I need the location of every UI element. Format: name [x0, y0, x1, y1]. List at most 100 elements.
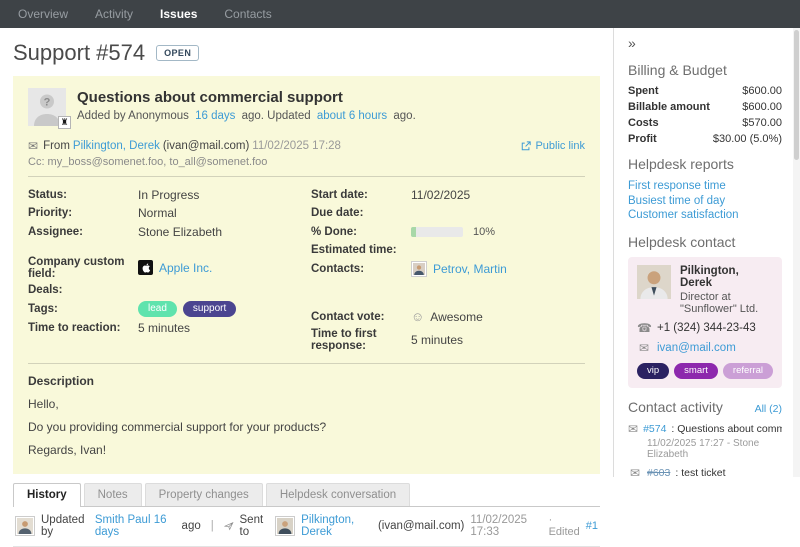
helpdesk-contact-card: Pilkington, Derek Director at "Sunflower… — [628, 257, 782, 388]
contact-phone-row: ☎ +1 (324) 344-23-43 — [637, 321, 773, 335]
byline-suffix: ago. — [393, 110, 415, 122]
byline-prefix: Added by Anonymous — [77, 110, 189, 122]
entry-datetime: 11/02/2025 17:33 — [470, 514, 542, 538]
tab-history[interactable]: History — [13, 483, 81, 507]
main-panel: Support #574 OPEN ? ♜ Questions about co… — [0, 28, 613, 477]
contact-email-link[interactable]: ivan@mail.com — [657, 342, 736, 354]
anonymous-avatar: ? ♜ — [28, 88, 66, 126]
tag-support[interactable]: support — [183, 301, 236, 317]
report-link-satisfaction[interactable]: Customer satisfaction — [628, 208, 782, 223]
activity-item: ✉ #574 : Questions about commercial supp… — [628, 422, 782, 460]
description-paragraph: Hello, — [28, 397, 585, 411]
tab-helpdesk-conversation[interactable]: Helpdesk conversation — [266, 483, 410, 506]
billing-row-costs: Costs $570.00 — [628, 117, 782, 129]
right-sidebar: » Billing & Budget Spent $600.00 Billabl… — [613, 28, 800, 477]
updated-by-label: Updated by — [41, 514, 89, 538]
updated-ago-link[interactable]: about 6 hours — [317, 110, 387, 122]
activity-ticket-link[interactable]: #603 — [647, 467, 670, 477]
scrollbar-thumb[interactable] — [794, 30, 799, 160]
contact-link[interactable]: Petrov, Martin — [433, 262, 507, 276]
page-title: Support #574 — [13, 40, 145, 66]
tab-property-changes[interactable]: Property changes — [145, 483, 263, 506]
nav-tab-issues[interactable]: Issues — [160, 7, 197, 21]
from-contact-link[interactable]: Pilkington, Derek — [73, 140, 160, 152]
field-due-date: Due date: — [311, 206, 585, 222]
nav-tab-contacts[interactable]: Contacts — [224, 7, 271, 21]
envelope-icon: ✉ — [28, 139, 38, 153]
from-email: (ivan@mail.com) — [163, 140, 249, 152]
envelope-icon: ✉ — [628, 466, 642, 477]
from-row: ✉ From Pilkington, Derek (ivan@mail.com)… — [28, 139, 585, 153]
contact-role: Director at "Sunflower" Ltd. — [680, 291, 773, 315]
nav-tab-overview[interactable]: Overview — [18, 7, 68, 21]
contact-tag-smart[interactable]: smart — [674, 363, 718, 379]
nav-tab-activity[interactable]: Activity — [95, 7, 133, 21]
helpdesk-contact-avatar — [637, 265, 671, 299]
apple-logo-icon — [138, 260, 153, 275]
billing-row-profit: Profit $30.00 (5.0%) — [628, 133, 782, 145]
report-link-busiest-time[interactable]: Busiest time of day — [628, 194, 782, 209]
contact-tag-vip[interactable]: vip — [637, 363, 669, 379]
billing-title: Billing & Budget — [628, 62, 782, 78]
top-navbar: Overview Activity Issues Contacts — [0, 0, 800, 28]
assignee-link[interactable]: Stone Elizabeth — [138, 225, 222, 239]
field-contact-vote: Contact vote: ☺ Awesome — [311, 309, 585, 325]
entry-number-link[interactable]: #1 — [586, 520, 598, 532]
ticket-byline: Added by Anonymous 16 days ago. Updated … — [77, 110, 416, 122]
contact-name: Pilkington, Derek — [680, 265, 773, 289]
field-status: Status: In Progress — [28, 187, 311, 203]
recipient-email: (ivan@mail.com) — [378, 520, 464, 532]
report-link-first-response[interactable]: First response time — [628, 179, 782, 194]
activity-ticket-link[interactable]: #574 — [643, 423, 666, 435]
envelope-icon: ✉ — [637, 341, 651, 355]
ticket-card: ? ♜ Questions about commercial support A… — [13, 76, 600, 474]
field-time-to-reaction: Time to reaction: 5 minutes — [28, 320, 311, 336]
divider — [28, 176, 585, 177]
company-link[interactable]: Apple Inc. — [159, 261, 212, 275]
field-percent-done: % Done: 10% — [311, 224, 585, 240]
description-paragraph: Regards, Ivan! — [28, 443, 585, 457]
contact-activity-title: Contact activity — [628, 399, 723, 415]
updated-by-link[interactable]: Smith Paul 16 days — [95, 514, 176, 538]
history-entry: Updated by Smith Paul 16 days ago | Sent… — [13, 507, 600, 547]
recipient-avatar — [275, 516, 295, 536]
billing-row-spent: Spent $600.00 — [628, 85, 782, 97]
from-label: From — [43, 140, 70, 152]
from-datetime: 11/02/2025 17:28 — [252, 140, 341, 152]
activity-meta: 11/02/2025 17:27 - Stone Elizabeth — [647, 438, 782, 460]
updated-by-suffix: ago — [182, 520, 201, 532]
svg-text:?: ? — [44, 97, 51, 109]
public-link[interactable]: Public link — [521, 140, 585, 152]
percent-done-progressbar — [411, 227, 463, 237]
divider — [28, 363, 585, 364]
field-company: Company custom field: Apple Inc. — [28, 256, 311, 280]
cc-line: Cc: my_boss@somenet.foo, to_all@somenet.… — [28, 156, 585, 168]
page-header: Support #574 OPEN — [13, 40, 600, 66]
collapse-sidebar-icon[interactable]: » — [628, 35, 644, 51]
field-deals: Deals: — [28, 283, 311, 299]
envelope-icon: ✉ — [628, 422, 638, 436]
send-icon — [224, 520, 234, 532]
ticket-fields: Status: In Progress Priority: Normal Ass… — [28, 187, 585, 355]
tag-lead[interactable]: lead — [138, 301, 177, 317]
recipient-link[interactable]: Pilkington, Derek — [301, 514, 372, 538]
field-assignee: Assignee: Stone Elizabeth — [28, 224, 311, 240]
field-time-to-first-response: Time to first response: 5 minutes — [311, 328, 585, 352]
description-title: Description — [28, 374, 585, 388]
tab-notes[interactable]: Notes — [84, 483, 142, 506]
ticket-subject: Questions about commercial support — [77, 89, 416, 106]
sidebar-scrollbar[interactable] — [793, 28, 800, 477]
description-paragraph: Do you providing commercial support for … — [28, 420, 585, 434]
contact-phone: +1 (324) 344-23-43 — [657, 322, 756, 334]
reports-title: Helpdesk reports — [628, 156, 782, 172]
user-avatar — [15, 516, 35, 536]
history-tabbar: History Notes Property changes Helpdesk … — [13, 483, 600, 507]
anonymous-badge-icon: ♜ — [58, 116, 71, 129]
field-start-date: Start date: 11/02/2025 — [311, 187, 585, 203]
byline-middle: ago. Updated — [242, 110, 311, 122]
activity-all-link[interactable]: All (2) — [755, 403, 782, 415]
created-ago-link[interactable]: 16 days — [195, 110, 235, 122]
contact-avatar — [411, 261, 427, 277]
contact-tag-referral[interactable]: referral — [723, 363, 773, 379]
edited-flag: · Edited — [549, 514, 580, 538]
